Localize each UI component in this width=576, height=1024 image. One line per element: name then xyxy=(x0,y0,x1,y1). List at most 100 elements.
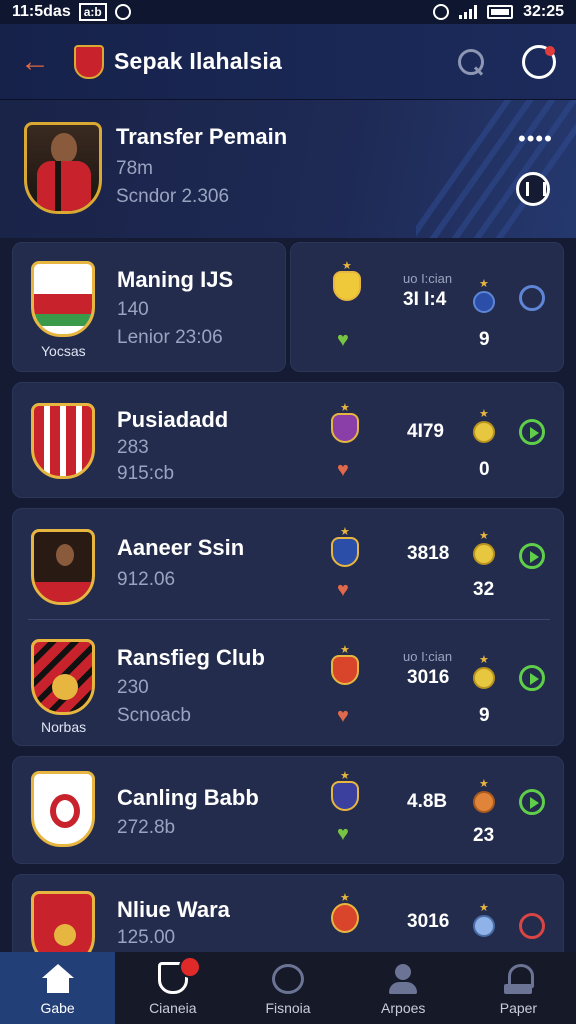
nav-label: Arpoes xyxy=(381,1000,426,1016)
team-crest xyxy=(31,403,95,479)
stat-caption: uo I:cian xyxy=(403,271,453,286)
team-crest xyxy=(31,639,95,715)
stat-count: 0 xyxy=(479,459,490,480)
nav-item-home[interactable]: Gabe xyxy=(0,952,116,1024)
search-icon[interactable] xyxy=(456,47,486,77)
stat-value: 3016 xyxy=(407,667,450,688)
team-card[interactable]: Canling Babb 272.8b ♥ 4.8B 23 xyxy=(12,756,564,864)
team-value: 230 xyxy=(117,677,149,698)
like-icon[interactable]: ♥ xyxy=(337,705,349,728)
like-icon[interactable]: ♥ xyxy=(337,579,349,602)
medal-icon xyxy=(473,653,495,689)
hero-value: 78m xyxy=(116,158,153,179)
paper-icon xyxy=(502,964,535,994)
signal-icon xyxy=(459,5,478,19)
play-icon[interactable] xyxy=(519,543,545,569)
main-content: Transfer Pemain 78m Scndor 2.306 •••• Yo… xyxy=(0,100,576,952)
team-stats-card[interactable]: ♥ uo I:cian 3I I:4 9 xyxy=(290,242,564,372)
battery-icon xyxy=(487,5,514,19)
team-value: 140 xyxy=(117,299,149,320)
divider xyxy=(28,619,550,620)
hero-subtitle: Scndor 2.306 xyxy=(116,186,230,207)
opponent-badge xyxy=(333,259,361,301)
nav-item-paper[interactable]: Paper xyxy=(461,952,576,1024)
nav-item-clubs[interactable]: Cianeia xyxy=(115,952,230,1024)
status-box-icon: a:b xyxy=(78,3,107,21)
team-detail: 915:cb xyxy=(117,463,175,484)
team-value: 272.8b xyxy=(117,817,176,838)
transfer-hero-card[interactable]: Transfer Pemain 78m Scndor 2.306 •••• xyxy=(0,100,576,238)
team-name[interactable]: Aaneer Ssin xyxy=(117,535,244,561)
opponent-badge xyxy=(331,401,359,443)
nav-label: Cianeia xyxy=(149,1000,197,1016)
team-group-card: Aaneer Ssin 912.06 ♥ 3818 32 Norbas Rans… xyxy=(12,508,564,746)
hero-action-icon[interactable] xyxy=(516,172,550,206)
team-crest xyxy=(31,529,95,605)
app-header: ← Sepak Ilahalsia xyxy=(0,24,576,100)
home-icon xyxy=(41,964,74,994)
stat-value: 3818 xyxy=(407,543,450,564)
team-name: Canling Babb xyxy=(117,785,259,810)
stat-value: 4.8B xyxy=(407,791,448,812)
player-portrait xyxy=(24,122,102,214)
opponent-badge xyxy=(331,891,359,933)
medal-icon xyxy=(473,277,495,313)
team-detail: Lenior 23:06 xyxy=(117,327,223,348)
crest-caption: Norbas xyxy=(41,719,87,735)
team-value: 125.00 xyxy=(117,927,176,948)
play-icon[interactable] xyxy=(519,789,545,815)
more-options-icon[interactable]: •••• xyxy=(518,126,553,152)
status-bar: 11:5das a:b 32:25 xyxy=(0,0,576,24)
team-card[interactable]: Pusiadadd 283 915:cb ♥ 4I79 0 xyxy=(12,382,564,498)
back-arrow-icon[interactable]: ← xyxy=(20,45,54,79)
play-icon[interactable] xyxy=(519,665,545,691)
medal-icon xyxy=(473,407,495,443)
stat-count: 23 xyxy=(473,825,495,846)
nav-item-players[interactable]: Arpoes xyxy=(346,952,461,1024)
team-name[interactable]: Ransfieg Club xyxy=(117,645,265,671)
stat-caption: uo I:cian xyxy=(403,649,453,664)
team-name: Maning IJS xyxy=(117,267,234,292)
stat-value: 3I I:4 xyxy=(403,289,447,310)
person-icon xyxy=(387,964,419,994)
like-icon[interactable]: ♥ xyxy=(337,329,349,352)
team-card[interactable]: Yocsas Maning IJS 140 Lenior 23:06 xyxy=(12,242,286,372)
stat-value: 4I79 xyxy=(407,421,444,442)
nav-label: Paper xyxy=(499,1000,538,1016)
target-icon xyxy=(272,964,304,994)
medal-icon xyxy=(473,777,495,813)
stat-count: 32 xyxy=(473,579,495,600)
stat-count: 9 xyxy=(479,329,490,350)
team-card[interactable]: Nliue Wara 125.00 3016 xyxy=(12,874,564,952)
nav-item-search[interactable]: Fisnoia xyxy=(230,952,345,1024)
medal-icon xyxy=(473,529,495,565)
app-logo xyxy=(74,44,104,79)
nav-label: Fisnoia xyxy=(265,1000,311,1016)
status-time-left: 11:5das xyxy=(12,3,71,20)
status-circle-icon xyxy=(114,4,131,20)
hero-decoration xyxy=(416,100,576,238)
opponent-badge xyxy=(331,769,359,811)
alarm-icon xyxy=(433,4,450,20)
nav-label: Gabe xyxy=(40,1000,75,1016)
like-icon[interactable]: ♥ xyxy=(337,459,349,482)
status-time-right: 32:25 xyxy=(523,3,564,20)
share-icon[interactable] xyxy=(519,285,545,311)
stat-value: 3016 xyxy=(407,911,450,932)
stat-count: 9 xyxy=(479,705,490,726)
medal-icon xyxy=(473,901,495,937)
team-name: Nliue Wara xyxy=(117,897,230,922)
club-icon[interactable] xyxy=(519,913,545,939)
like-icon[interactable]: ♥ xyxy=(337,823,349,846)
hero-title: Transfer Pemain xyxy=(116,124,288,149)
notification-badge xyxy=(179,956,202,978)
team-detail: Scnoacb xyxy=(117,705,191,726)
page-title: Sepak Ilahalsia xyxy=(114,48,282,74)
team-value: 283 xyxy=(117,437,149,458)
play-icon[interactable] xyxy=(519,419,545,445)
opponent-badge xyxy=(331,643,359,685)
team-value: 912.06 xyxy=(117,569,176,590)
team-crest xyxy=(31,261,95,337)
opponent-badge xyxy=(331,525,359,567)
profile-button[interactable] xyxy=(522,44,556,79)
